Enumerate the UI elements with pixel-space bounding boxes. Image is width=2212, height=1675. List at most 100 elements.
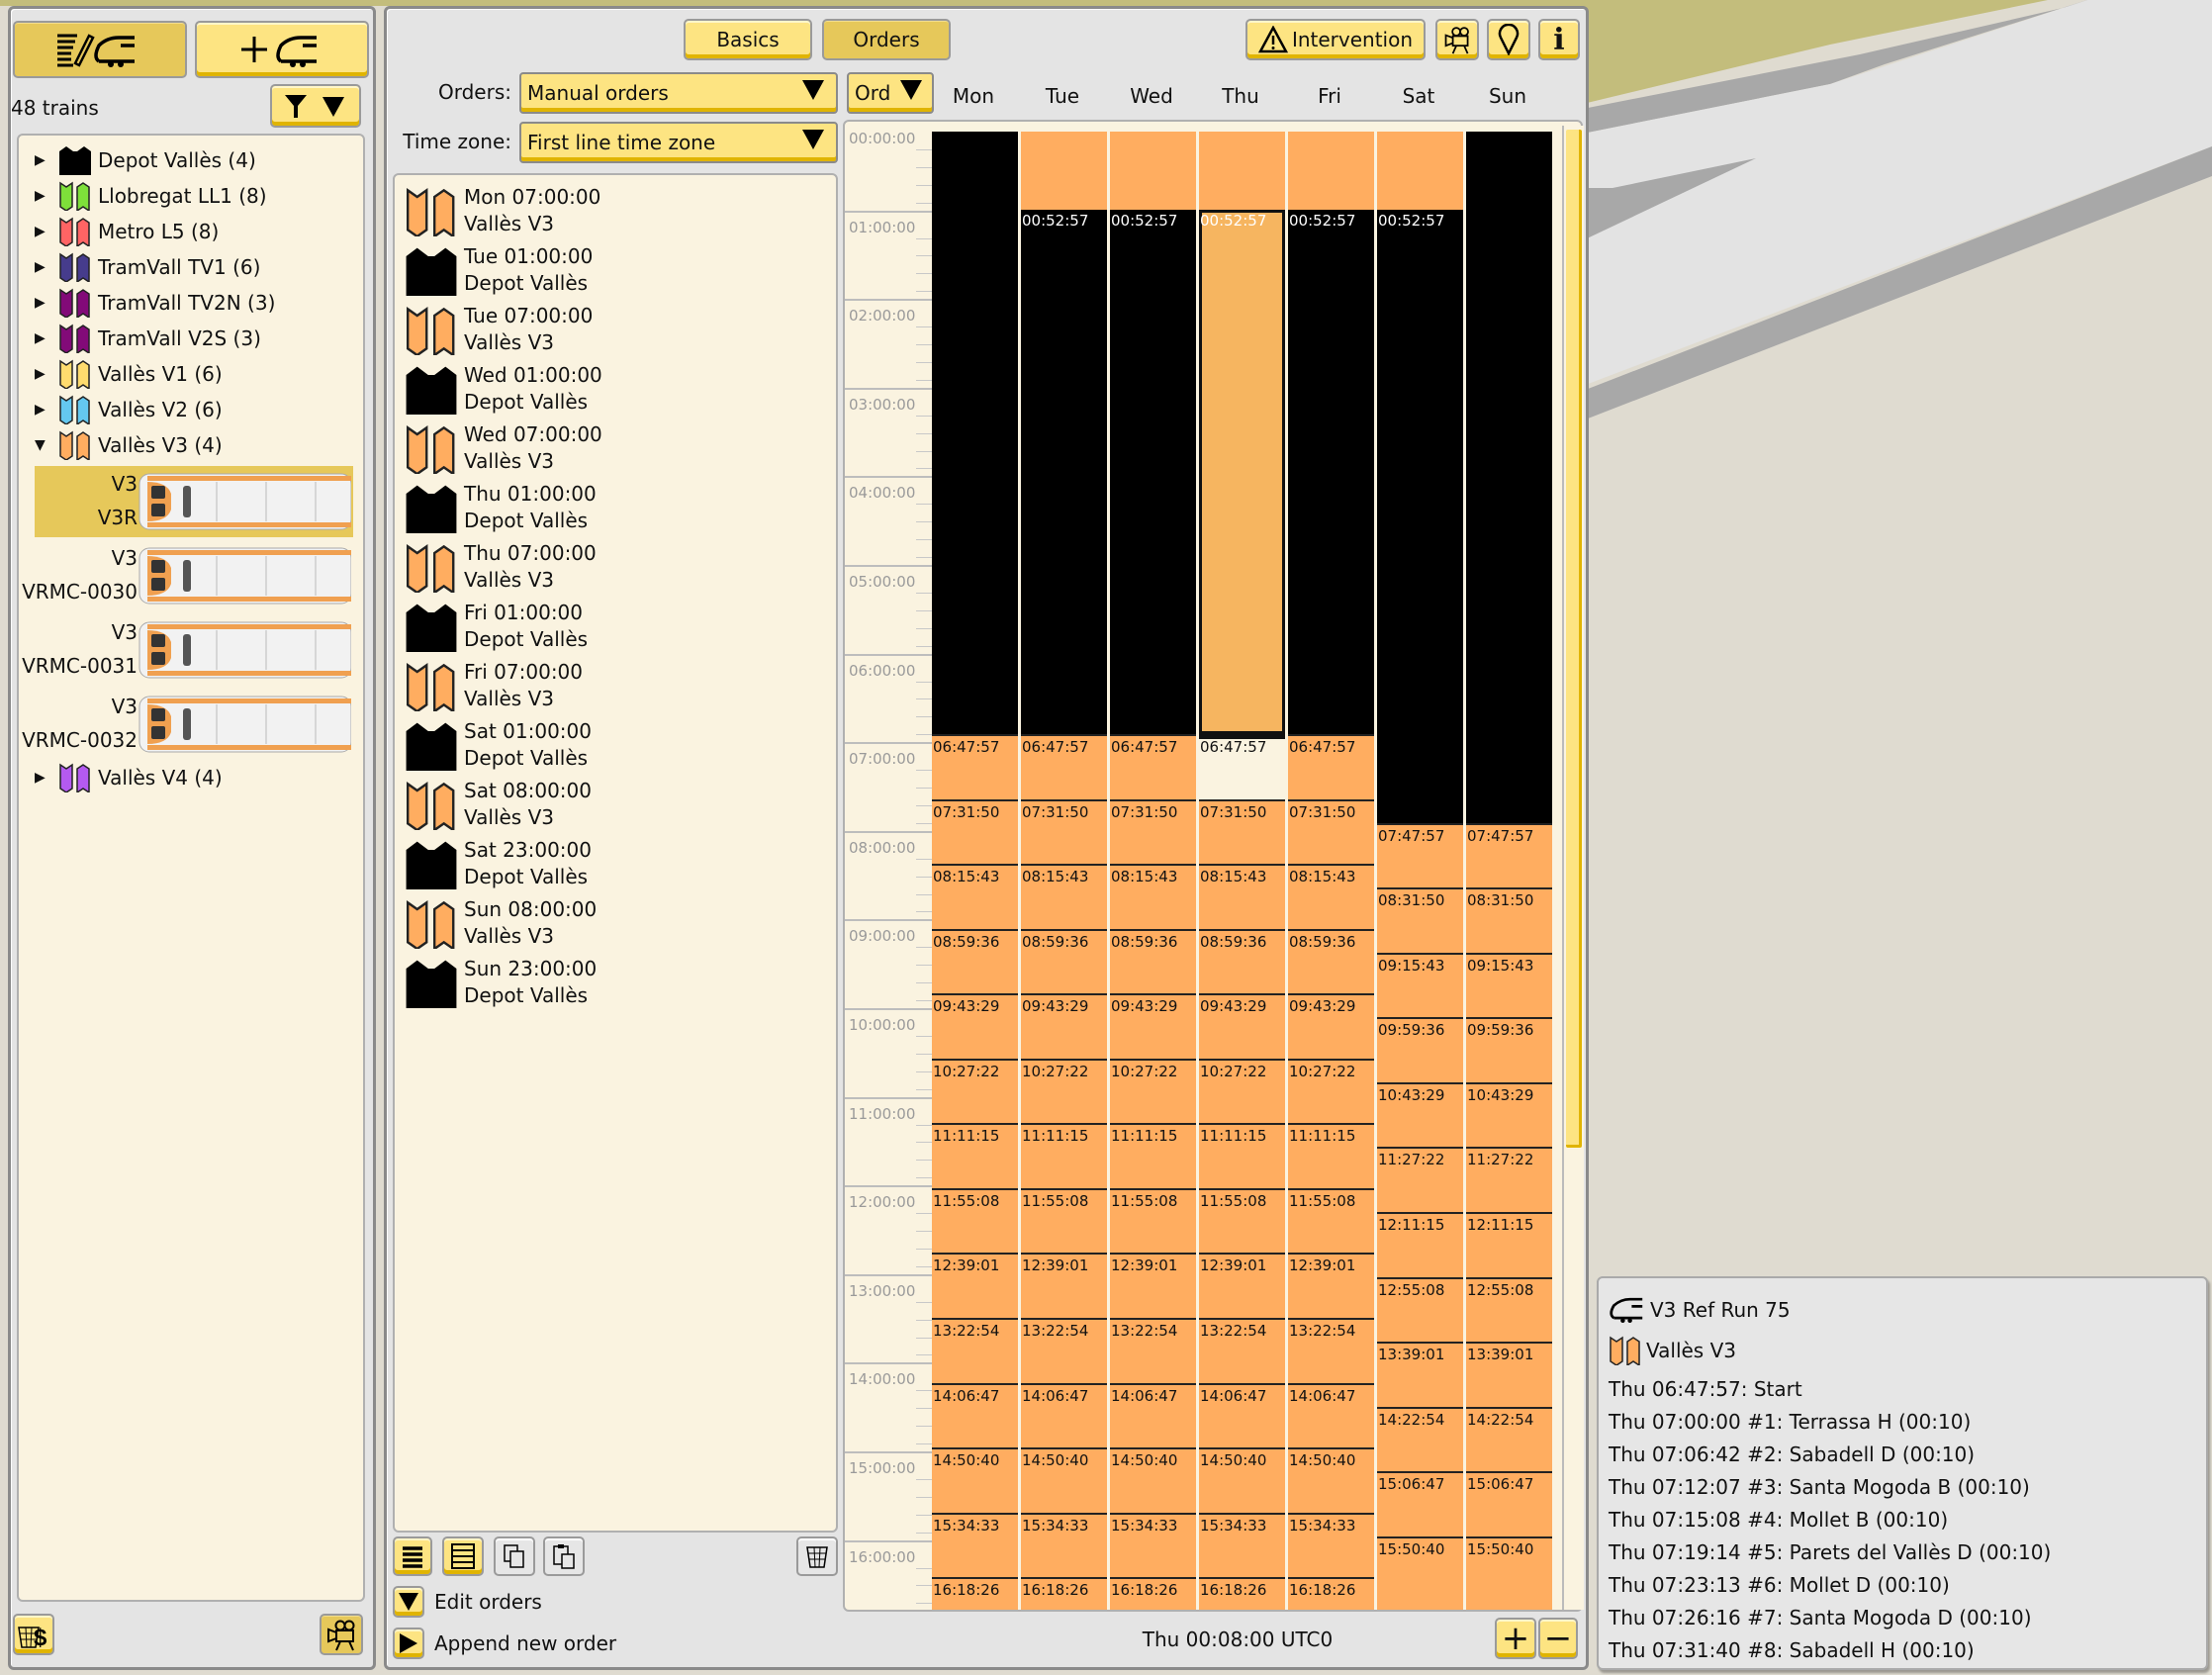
depot-block[interactable]: 00:52:57 [1288,210,1374,735]
run-block[interactable]: 14:06:47 [1288,1382,1374,1448]
line-group-row[interactable]: ▶ TramVall TV2N (3) [35,286,275,320]
run-block[interactable] [1021,132,1107,211]
run-block[interactable]: 11:11:15 [1110,1123,1196,1188]
zoom-out-button[interactable]: − [1538,1618,1578,1659]
run-block[interactable]: 06:47:57 [932,734,1018,799]
line-group-row[interactable]: ▶ Depot Vallès (4) [35,143,256,177]
run-block[interactable]: 07:31:50 [1199,798,1285,865]
run-block[interactable]: 09:43:29 [1021,993,1107,1059]
run-block[interactable]: 11:55:08 [1288,1187,1374,1254]
filter-dropdown[interactable] [270,84,361,128]
timetable-scrollbar[interactable] [1562,126,1584,1610]
run-block[interactable]: 11:55:08 [1110,1187,1196,1254]
run-block[interactable]: 13:39:01 [1377,1342,1463,1407]
run-block[interactable]: 11:55:08 [1199,1187,1285,1254]
run-block[interactable]: 16:18:26 [1110,1577,1196,1610]
run-block[interactable]: 12:11:15 [1377,1212,1463,1277]
order-item[interactable]: Sun 08:00:00 Vallès V3 [405,893,820,953]
run-block[interactable]: 08:15:43 [1199,864,1285,929]
paste-orders-button[interactable] [543,1536,585,1576]
run-block[interactable]: 08:15:43 [932,864,1018,929]
order-item[interactable]: Sun 23:00:00 Depot Vallès [405,953,820,1012]
expanded-list-button[interactable] [442,1536,484,1576]
run-block[interactable] [1110,132,1196,211]
run-block[interactable]: 06:47:57 [1288,734,1374,799]
run-block[interactable]: 16:18:26 [1021,1577,1107,1610]
collapsed-triangle-icon[interactable]: ▶ [35,152,58,168]
run-block[interactable]: 08:59:36 [1199,928,1285,994]
run-block[interactable]: 08:59:36 [1021,928,1107,994]
run-block[interactable]: 09:43:29 [1110,993,1196,1059]
run-block[interactable]: 08:15:43 [1110,864,1196,929]
run-block[interactable]: 12:55:08 [1466,1276,1552,1343]
run-block[interactable]: 16:18:26 [1199,1577,1285,1610]
depot-block[interactable]: 00:52:57 [1377,210,1463,823]
depot-block[interactable]: 00:52:57 [1199,210,1285,735]
run-block[interactable]: 13:22:54 [1021,1317,1107,1383]
expanded-triangle-icon[interactable]: ▼ [35,437,58,453]
order-item[interactable]: Fri 07:00:00 Vallès V3 [405,656,820,715]
train-row[interactable]: V3 VRMC-0030 [22,540,353,611]
run-block[interactable]: 12:39:01 [1110,1253,1196,1318]
weekly-timetable[interactable]: 00:00:00 01:00:00 02:00:00 03:00:00 04:00:00… [843,120,1583,1612]
run-block[interactable]: 13:39:01 [1466,1342,1552,1407]
run-block[interactable]: 10:43:29 [1466,1081,1552,1148]
run-block[interactable]: 06:47:57 [1199,734,1285,756]
tab-orders[interactable]: Orders [822,19,951,60]
order-item[interactable]: Tue 07:00:00 Vallès V3 [405,300,820,359]
run-block[interactable]: 11:55:08 [1021,1187,1107,1254]
run-block[interactable]: 15:50:40 [1377,1535,1463,1610]
run-block[interactable]: 09:15:43 [1377,952,1463,1018]
edit-orders-toggle[interactable] [393,1586,424,1618]
line-group-row[interactable]: ▶ Llobregat LL1 (8) [35,179,267,213]
intervention-button[interactable]: Intervention [1245,19,1426,60]
run-block[interactable]: 16:18:26 [1288,1577,1374,1610]
run-block[interactable] [1288,132,1374,211]
follow-camera-button[interactable] [320,1614,363,1655]
order-item[interactable]: Sat 01:00:00 Depot Vallès [405,715,820,775]
run-block[interactable]: 13:22:54 [932,1317,1018,1383]
line-group-row[interactable]: ▶ Metro L5 (8) [35,215,219,248]
run-block[interactable]: 06:47:57 [1021,734,1107,799]
line-group-row[interactable]: ▶ TramVall V2S (3) [35,322,261,355]
run-block[interactable]: 15:34:33 [932,1512,1018,1578]
order-item[interactable]: Thu 01:00:00 Depot Vallès [405,478,820,537]
run-block[interactable]: 09:15:43 [1466,952,1552,1018]
collapsed-triangle-icon[interactable]: ▶ [35,188,58,204]
collapsed-triangle-icon[interactable]: ▶ [35,224,58,239]
collapsed-triangle-icon[interactable]: ▶ [35,770,58,786]
run-block[interactable]: 14:22:54 [1466,1406,1552,1472]
run-block[interactable] [1377,132,1463,211]
run-block[interactable]: 10:27:22 [1110,1058,1196,1124]
run-block[interactable]: 11:27:22 [1466,1147,1552,1212]
run-block[interactable]: 08:31:50 [1377,887,1463,953]
copy-orders-button[interactable] [494,1536,535,1576]
run-block[interactable]: 12:11:15 [1466,1212,1552,1277]
run-block[interactable]: 15:50:40 [1466,1535,1552,1610]
camera-button[interactable] [1435,19,1479,60]
collapsed-triangle-icon[interactable]: ▶ [35,259,58,275]
order-list[interactable]: Mon 07:00:00 Vallès V3 Tue 01:00:00 Depot V… [393,173,838,1533]
run-block[interactable]: 13:22:54 [1199,1317,1285,1383]
run-block[interactable]: 14:06:47 [1199,1382,1285,1448]
delete-orders-button[interactable] [796,1536,838,1576]
run-block[interactable]: 14:50:40 [1110,1447,1196,1513]
append-order-toggle[interactable] [393,1628,424,1659]
run-block[interactable]: 13:22:54 [1288,1317,1374,1383]
collapsed-triangle-icon[interactable]: ▶ [35,330,58,346]
run-block[interactable]: 14:06:47 [1021,1382,1107,1448]
run-block[interactable]: 08:59:36 [1288,928,1374,994]
run-block[interactable]: 09:43:29 [932,993,1018,1059]
run-block[interactable]: 07:31:50 [1288,798,1374,865]
timetable-scroll-thumb[interactable] [1566,130,1582,1149]
line-group-row[interactable]: ▶ Vallès V2 (6) [35,393,223,426]
sell-train-button[interactable]: $ [13,1614,54,1655]
order-item[interactable]: Wed 07:00:00 Vallès V3 [405,419,820,478]
run-block[interactable]: 13:22:54 [1110,1317,1196,1383]
edit-train-list-button[interactable] [13,21,187,78]
run-block[interactable]: 14:22:54 [1377,1406,1463,1472]
run-block[interactable]: 08:31:50 [1466,887,1552,953]
collapsed-triangle-icon[interactable]: ▶ [35,366,58,382]
run-block[interactable]: 07:31:50 [932,798,1018,865]
order-item[interactable]: Wed 01:00:00 Depot Vallès [405,359,820,419]
